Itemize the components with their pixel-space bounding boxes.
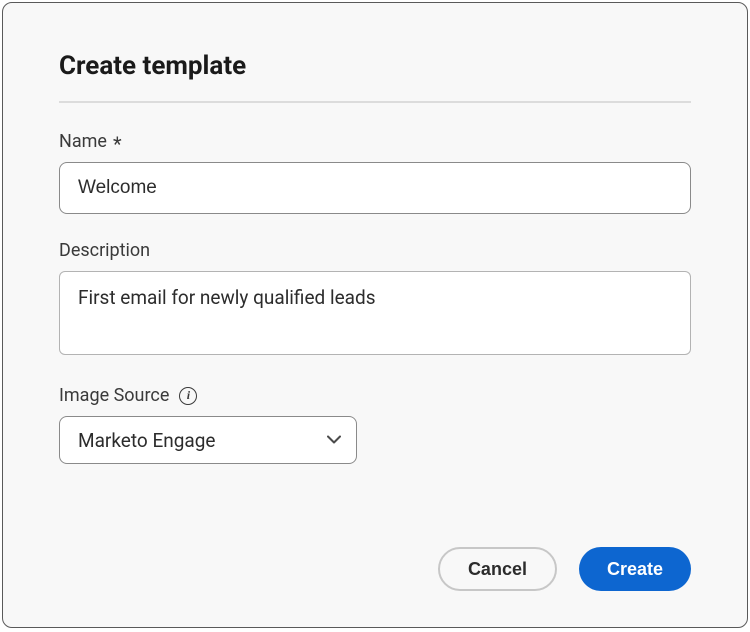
name-field: Name * (59, 131, 691, 214)
image-source-field: Image Source i Marketo Engage (59, 385, 691, 464)
dialog-title: Create template (59, 51, 691, 81)
name-label: Name (59, 131, 107, 152)
info-icon[interactable]: i (179, 387, 197, 405)
button-row: Cancel Create (438, 547, 691, 591)
cancel-button[interactable]: Cancel (438, 547, 557, 591)
image-source-select[interactable]: Marketo Engage (59, 416, 357, 464)
description-label-row: Description (59, 240, 691, 261)
required-marker: * (113, 134, 122, 154)
image-source-label-row: Image Source i (59, 385, 691, 406)
description-input[interactable] (59, 271, 691, 355)
create-button[interactable]: Create (579, 547, 691, 591)
create-template-dialog: Create template Name * Description Image… (2, 2, 748, 628)
image-source-select-wrap: Marketo Engage (59, 416, 357, 464)
divider (59, 101, 691, 103)
name-input[interactable] (59, 162, 691, 214)
name-label-row: Name * (59, 131, 691, 152)
description-label: Description (59, 240, 150, 261)
image-source-selected-value: Marketo Engage (78, 429, 216, 452)
image-source-label: Image Source (59, 385, 169, 406)
description-field: Description (59, 240, 691, 359)
